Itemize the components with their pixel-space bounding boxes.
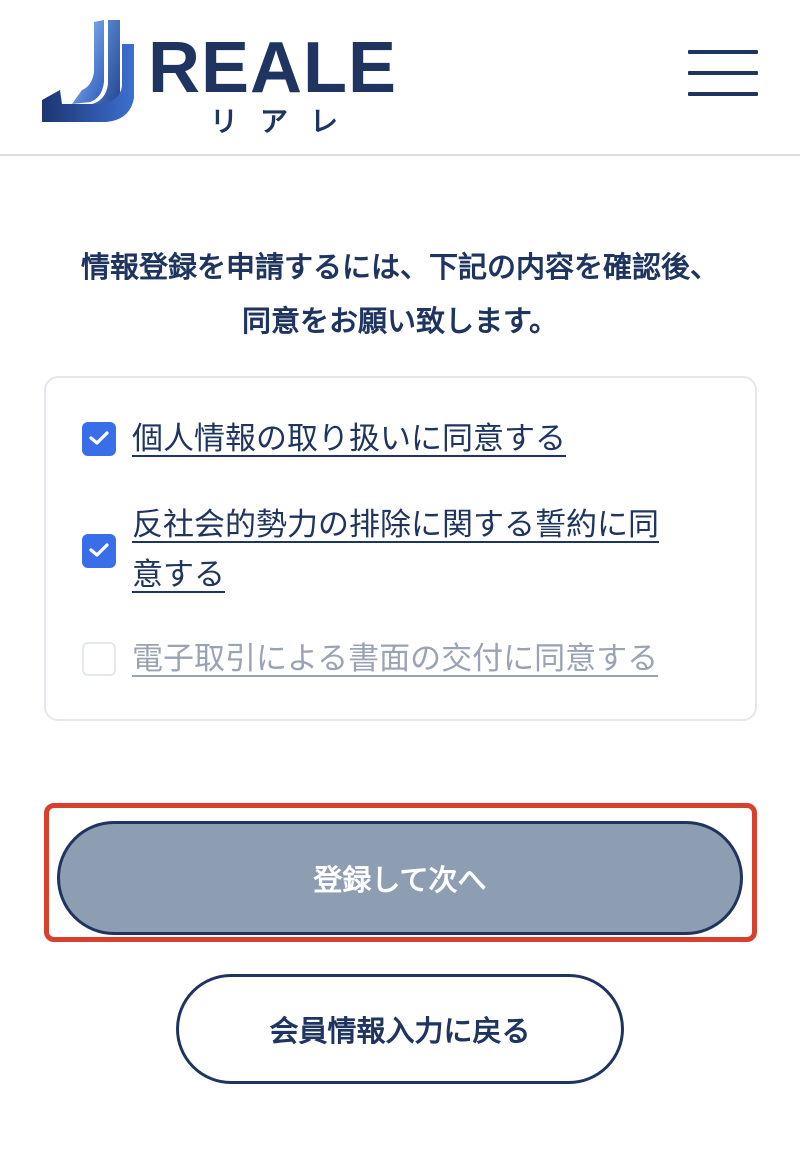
back-to-member-info-button[interactable]: 会員情報入力に戻る xyxy=(176,974,624,1084)
logo-wordmark: REALE xyxy=(148,28,398,108)
reale-logo[interactable]: REALE リアレ xyxy=(42,20,402,138)
site-header: REALE リアレ xyxy=(0,0,800,156)
logo-katakana: リアレ xyxy=(210,105,361,138)
register-next-button[interactable]: 登録して次へ xyxy=(57,821,743,935)
instruction-line-2: 同意をお願い致します。 xyxy=(241,304,559,338)
menu-bar-top xyxy=(688,50,758,54)
menu-bar-bottom xyxy=(688,92,758,96)
antisocial-consent-link-line1[interactable]: 反社会的勢力の排除に関する誓約に同 xyxy=(132,500,659,550)
privacy-checkbox[interactable] xyxy=(82,422,116,456)
checkmark-icon xyxy=(89,543,109,557)
antisocial-checkbox[interactable] xyxy=(82,534,116,568)
instruction-line-1: 情報登録を申請するには、下記の内容を確認後、 xyxy=(80,250,719,284)
hamburger-menu-icon[interactable] xyxy=(688,50,758,96)
menu-bar-middle xyxy=(688,71,758,75)
privacy-consent-link[interactable]: 個人情報の取り扱いに同意する xyxy=(132,414,566,464)
electronic-checkbox[interactable] xyxy=(82,642,116,676)
consent-instructions: 情報登録を申請するには、下記の内容を確認後、 同意をお願い致します。 xyxy=(0,240,800,348)
checkmark-icon xyxy=(89,431,109,445)
logo-mark-icon xyxy=(42,20,134,122)
consent-list: 個人情報の取り扱いに同意する 反社会的勢力の排除に関する誓約に同 意する 電子取… xyxy=(44,376,757,721)
electronic-consent-link[interactable]: 電子取引による書面の交付に同意する xyxy=(132,634,658,684)
antisocial-consent-link-line2[interactable]: 意する xyxy=(132,550,225,600)
